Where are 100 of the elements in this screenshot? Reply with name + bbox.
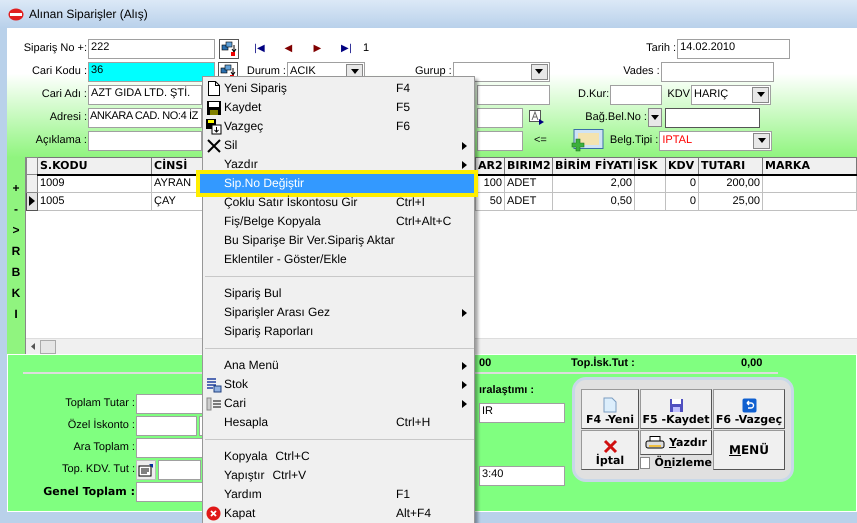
record-nav-button[interactable]: ▶| xyxy=(332,42,361,54)
input-field[interactable] xyxy=(610,84,662,104)
side-button[interactable]: K xyxy=(12,282,20,303)
dropdown-button[interactable] xyxy=(648,108,662,127)
field-label: Bağ.Bel.No : xyxy=(584,110,648,124)
dropdown-field[interactable]: IPTAL xyxy=(659,130,772,150)
menu-item[interactable]: Cari xyxy=(203,394,474,413)
menu-item[interactable]: Stok xyxy=(203,375,474,394)
input-field[interactable]: 3:40 xyxy=(479,466,565,486)
record-nav-button[interactable]: |◀ xyxy=(245,42,274,54)
menu-item[interactable]: Sipariş Raporları xyxy=(203,322,474,341)
field-label: Açıklama : xyxy=(34,134,88,148)
input-field[interactable] xyxy=(136,416,197,436)
window-title: Alınan Siparişler (Alış) xyxy=(29,6,148,22)
input-field[interactable] xyxy=(477,84,550,104)
input-field[interactable] xyxy=(136,394,203,414)
menu-item[interactable]: Yazdır xyxy=(203,155,474,174)
column-header: S.KODU xyxy=(38,158,152,174)
input-field[interactable] xyxy=(660,62,774,82)
menu-item[interactable]: Sipariş Bul xyxy=(203,284,474,303)
void-button[interactable]: İptal xyxy=(581,430,639,470)
input-field[interactable] xyxy=(477,108,523,128)
undo-icon xyxy=(742,398,756,413)
menu-item[interactable]: Çoklu Satır İskontosu Gir Ctrl+I xyxy=(203,193,474,212)
field-label: Vades : xyxy=(622,64,661,78)
side-button[interactable]: B xyxy=(12,261,20,282)
table-cell: 1009 xyxy=(38,174,152,192)
floppy-arrow-icon xyxy=(206,118,222,134)
arrow-text: <= xyxy=(534,134,547,148)
table-cell: 0,50 xyxy=(552,192,634,210)
table-cell: 0 xyxy=(666,192,698,210)
input-field[interactable]: ANKARA CAD. NO:4 İZ xyxy=(88,108,202,128)
menu-item[interactable]: Fiş/Belge Kopyala Ctrl+Alt+C xyxy=(203,212,474,231)
dropdown-field[interactable]: HARIÇ xyxy=(691,84,771,104)
close-icon xyxy=(602,438,618,454)
menu-item[interactable]: Kopyala Ctrl+C xyxy=(203,447,474,466)
total-value: 0,00 xyxy=(741,357,762,370)
menu-item[interactable]: Vazgeç F6 xyxy=(203,117,474,136)
print-button[interactable]: Yazdır xyxy=(640,430,712,455)
input-field[interactable]: 36 xyxy=(88,62,215,82)
app-logo-icon xyxy=(8,8,24,20)
menu-item[interactable]: Bu Siparişe Bir Ver.Sipariş Aktar xyxy=(203,231,474,250)
menu-item[interactable]: Siparişler Arası Gez xyxy=(203,303,474,322)
preview-checkbox[interactable]: Önizleme xyxy=(640,456,712,470)
field-label: Adresi : xyxy=(48,110,88,124)
page-icon xyxy=(208,81,220,96)
input-field[interactable]: IR xyxy=(479,403,565,423)
input-field[interactable] xyxy=(477,130,523,150)
side-button[interactable]: R xyxy=(12,240,20,261)
dropdown-field[interactable] xyxy=(452,62,550,82)
lookup-button[interactable] xyxy=(219,38,239,58)
printer-icon xyxy=(645,436,666,450)
total-value: 00 xyxy=(479,357,492,370)
column-header: KDV xyxy=(666,158,698,174)
record-nav-button[interactable]: ▶ xyxy=(303,42,332,54)
field-label: Tarih : xyxy=(646,42,678,56)
table-cell: ADET xyxy=(504,174,552,192)
record-nav-button[interactable]: ◀ xyxy=(274,42,303,54)
input-field[interactable] xyxy=(665,108,760,128)
new-button[interactable]: F4 -Yeni xyxy=(581,389,639,429)
add-image-icon[interactable] xyxy=(570,128,604,152)
menu-item[interactable]: Kaydet F5 xyxy=(203,98,474,117)
side-button[interactable]: > xyxy=(12,219,20,240)
input-field[interactable]: 14.02.2010 xyxy=(677,38,790,58)
side-button[interactable]: I xyxy=(14,303,18,324)
menu-item[interactable]: Ana Menü xyxy=(203,356,474,375)
row-indicator[interactable] xyxy=(26,192,38,210)
input-field[interactable] xyxy=(136,482,203,502)
menu-item[interactable]: Yardım F1 xyxy=(203,485,474,504)
menu-item[interactable]: Hesapla Ctrl+H xyxy=(203,413,474,432)
menu-item[interactable]: Kapat Alt+F4 xyxy=(203,504,474,523)
side-button[interactable]: - xyxy=(14,198,18,219)
menu-button[interactable]: MENÜ xyxy=(713,430,785,470)
scroll-thumb[interactable] xyxy=(40,340,56,354)
input-field[interactable] xyxy=(136,438,203,458)
column-header: BİRİM FİYATI xyxy=(552,158,634,174)
menu-item[interactable]: Yeni Sipariş F4 xyxy=(203,79,474,98)
input-field[interactable] xyxy=(88,130,202,150)
side-button[interactable]: + xyxy=(12,177,20,198)
field-label: Cari Kodu : xyxy=(30,64,88,78)
menu-item[interactable]: Eklentiler - Göster/Ekle xyxy=(203,250,474,269)
column-header: CİNSİ xyxy=(152,158,204,174)
list-icon xyxy=(206,396,222,410)
caret-icon xyxy=(651,115,659,120)
list-icon xyxy=(206,376,222,392)
field-label: Sipariş No +: xyxy=(22,42,88,56)
field-label: Toplam Tutar : xyxy=(64,396,136,410)
column-header: İSK xyxy=(634,158,666,174)
cancel-button[interactable]: F6 -Vazgeç xyxy=(713,389,785,429)
text-edit-icon xyxy=(529,110,545,126)
page-icon xyxy=(603,396,617,413)
input-field[interactable] xyxy=(158,460,201,480)
close-icon xyxy=(206,138,220,152)
input-field[interactable]: AZT GIDA LTD. ŞTİ. xyxy=(88,84,202,104)
menu-item[interactable]: Sil xyxy=(203,136,474,155)
save-button[interactable]: F5 -Kaydet xyxy=(640,389,712,429)
menu-item[interactable]: Yapıştır Ctrl+V xyxy=(203,466,474,485)
column-header: TUTARI xyxy=(698,158,762,174)
input-field[interactable]: 222 xyxy=(88,38,215,58)
field-label: Top. KDV. Tut : xyxy=(61,462,136,476)
